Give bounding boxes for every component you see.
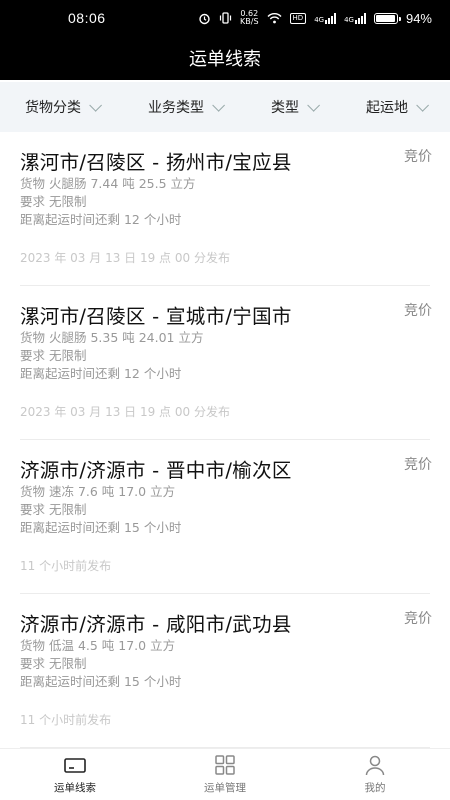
filter-label: 起运地 bbox=[366, 100, 408, 116]
order-route: 济源市/济源市 - 咸阳市/武功县 bbox=[20, 613, 292, 636]
alarm-icon bbox=[199, 13, 210, 24]
filter-label: 类型 bbox=[271, 100, 299, 116]
signal-2: 4G bbox=[344, 12, 366, 24]
net-speed-unit: KB/S bbox=[240, 17, 259, 26]
order-requirement: 要求 无限制 bbox=[20, 194, 87, 209]
battery-level: 94% bbox=[405, 10, 432, 26]
order-published: 2023 年 03 月 13 日 19 点 00 分发布 bbox=[20, 405, 230, 419]
filter-bar: 货物分类 业务类型 类型 起运地 bbox=[0, 82, 450, 132]
filter-cargo-category[interactable]: 货物分类 bbox=[25, 97, 102, 117]
order-requirement: 要求 无限制 bbox=[20, 656, 87, 671]
tab-label: 运单管理 bbox=[204, 782, 246, 794]
bottom-tab-bar: 运单线索 运单管理 我的 bbox=[0, 748, 450, 800]
order-cargo: 货物 火腿肠 7.44 吨 25.5 立方 bbox=[20, 176, 196, 191]
order-card[interactable]: 漯河市/召陵区 - 宣城市/宁国市 竞价 货物 火腿肠 5.35 吨 24.01… bbox=[20, 286, 432, 440]
order-remaining-time: 距离起运时间还剩 15 个小时 bbox=[20, 674, 182, 689]
tab-label: 我的 bbox=[364, 782, 386, 794]
signal-1: 4G bbox=[314, 12, 337, 24]
tab-waybill-management[interactable]: 运单管理 bbox=[150, 749, 300, 800]
chevron-down-icon bbox=[307, 98, 320, 112]
header: 运单线索 bbox=[0, 36, 450, 80]
order-route: 济源市/济源市 - 晋中市/榆次区 bbox=[20, 459, 292, 482]
status-time: 08:06 bbox=[68, 10, 106, 26]
bid-label[interactable]: 竞价 bbox=[404, 608, 432, 628]
order-published: 11 个小时前发布 bbox=[20, 559, 112, 573]
order-cargo: 货物 低温 4.5 吨 17.0 立方 bbox=[20, 638, 176, 653]
order-published: 2023 年 03 月 13 日 19 点 00 分发布 bbox=[20, 251, 230, 265]
net-speed: 0.62 KB/S bbox=[240, 10, 259, 26]
order-list: 漯河市/召陵区 - 扬州市/宝应县 竞价 货物 火腿肠 7.44 吨 25.5 … bbox=[0, 132, 450, 752]
wifi-icon bbox=[267, 13, 282, 24]
filter-type[interactable]: 类型 bbox=[271, 97, 320, 117]
filter-label: 货物分类 bbox=[25, 100, 81, 116]
tab-label: 运单线索 bbox=[54, 782, 96, 794]
order-card[interactable]: 济源市/济源市 - 晋中市/榆次区 竞价 货物 速冻 7.6 吨 17.0 立方… bbox=[20, 440, 432, 594]
order-cargo: 货物 速冻 7.6 吨 17.0 立方 bbox=[20, 484, 176, 499]
filter-label: 业务类型 bbox=[148, 100, 204, 116]
bid-label[interactable]: 竞价 bbox=[404, 300, 432, 320]
page-title: 运单线索 bbox=[189, 49, 261, 70]
order-route: 漯河市/召陵区 - 宣城市/宁国市 bbox=[20, 305, 292, 328]
order-requirement: 要求 无限制 bbox=[20, 502, 87, 517]
order-remaining-time: 距离起运时间还剩 12 个小时 bbox=[20, 212, 182, 227]
order-published: 11 个小时前发布 bbox=[20, 713, 112, 727]
vibrate-icon bbox=[219, 12, 232, 24]
tab-waybill-leads[interactable]: 运单线索 bbox=[0, 749, 150, 800]
order-cargo: 货物 火腿肠 5.35 吨 24.01 立方 bbox=[20, 330, 204, 345]
order-card[interactable]: 济源市/济源市 - 咸阳市/武功县 竞价 货物 低温 4.5 吨 17.0 立方… bbox=[20, 594, 432, 748]
chevron-down-icon bbox=[416, 98, 429, 112]
waybill-icon bbox=[64, 758, 86, 773]
battery-icon bbox=[373, 12, 401, 24]
order-remaining-time: 距离起运时间还剩 12 个小时 bbox=[20, 366, 182, 381]
chevron-down-icon bbox=[89, 98, 102, 112]
order-route: 漯河市/召陵区 - 扬州市/宝应县 bbox=[20, 151, 292, 174]
order-card[interactable]: 漯河市/召陵区 - 扬州市/宝应县 竞价 货物 火腿肠 7.44 吨 25.5 … bbox=[20, 132, 432, 286]
hd-badge: HD bbox=[289, 12, 307, 24]
filter-origin[interactable]: 起运地 bbox=[366, 97, 429, 117]
bid-label[interactable]: 竞价 bbox=[404, 146, 432, 166]
bid-label[interactable]: 竞价 bbox=[404, 454, 432, 474]
order-requirement: 要求 无限制 bbox=[20, 348, 87, 363]
status-icons: 0.62 KB/S HD 4G 4G 94% bbox=[198, 10, 432, 26]
tab-mine[interactable]: 我的 bbox=[300, 749, 450, 800]
grid-icon bbox=[215, 755, 235, 775]
chevron-down-icon bbox=[212, 98, 225, 112]
filter-business-type[interactable]: 业务类型 bbox=[148, 97, 225, 117]
user-icon bbox=[365, 755, 385, 776]
order-remaining-time: 距离起运时间还剩 15 个小时 bbox=[20, 520, 182, 535]
status-bar: 08:06 0.62 KB/S HD 4G 4G 94% bbox=[0, 0, 450, 36]
